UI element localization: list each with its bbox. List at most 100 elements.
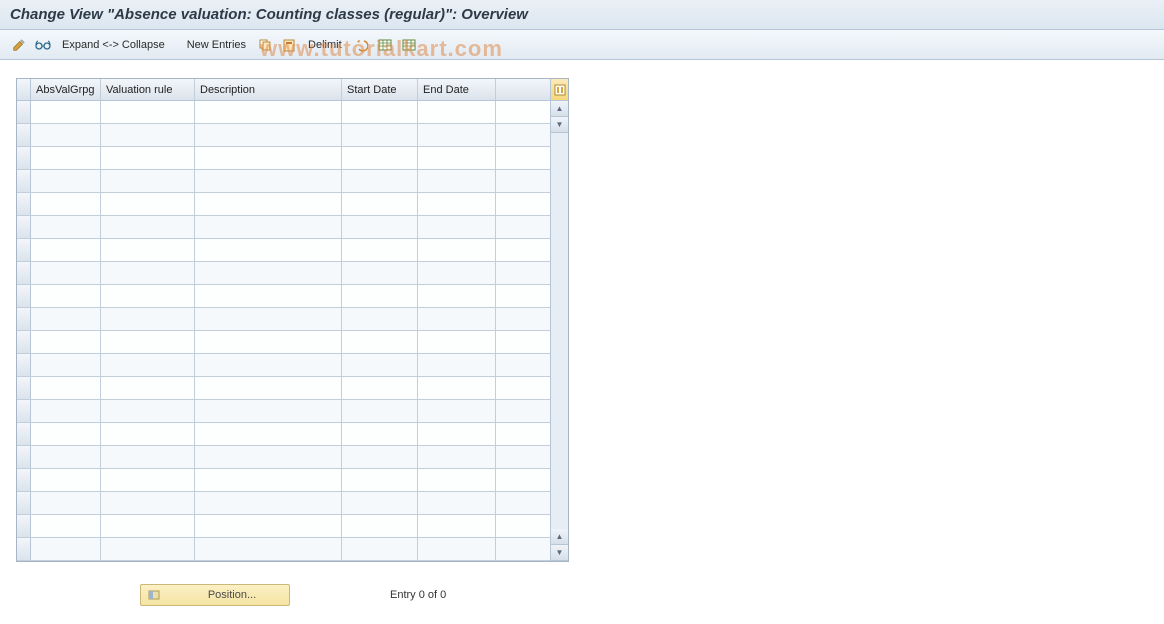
row-selector[interactable] (17, 262, 31, 284)
cell-valuation-rule[interactable] (101, 101, 195, 123)
cell-absvalgrpg[interactable] (31, 262, 101, 284)
cell-absvalgrpg[interactable] (31, 492, 101, 514)
delimit-button[interactable]: Delimit (304, 35, 346, 55)
table-row[interactable] (17, 124, 550, 147)
table-row[interactable] (17, 239, 550, 262)
cell-end-date[interactable] (418, 446, 496, 468)
scroll-down-step-button[interactable]: ▼ (551, 117, 568, 133)
cell-end-date[interactable] (418, 170, 496, 192)
cell-end-date[interactable] (418, 262, 496, 284)
cell-end-date[interactable] (418, 400, 496, 422)
row-selector[interactable] (17, 216, 31, 238)
cell-description[interactable] (195, 262, 342, 284)
cell-absvalgrpg[interactable] (31, 308, 101, 330)
cell-description[interactable] (195, 446, 342, 468)
cell-end-date[interactable] (418, 331, 496, 353)
cell-start-date[interactable] (342, 147, 418, 169)
cell-absvalgrpg[interactable] (31, 354, 101, 376)
cell-start-date[interactable] (342, 400, 418, 422)
table-row[interactable] (17, 331, 550, 354)
cell-absvalgrpg[interactable] (31, 469, 101, 491)
cell-valuation-rule[interactable] (101, 446, 195, 468)
row-selector[interactable] (17, 193, 31, 215)
row-selector[interactable] (17, 239, 31, 261)
cell-valuation-rule[interactable] (101, 331, 195, 353)
col-start-date[interactable]: Start Date (342, 79, 418, 100)
table-row[interactable] (17, 354, 550, 377)
undo-icon[interactable] (352, 35, 370, 55)
cell-absvalgrpg[interactable] (31, 515, 101, 537)
col-valuation-rule[interactable]: Valuation rule (101, 79, 195, 100)
cell-description[interactable] (195, 538, 342, 560)
cell-end-date[interactable] (418, 538, 496, 560)
row-selector[interactable] (17, 423, 31, 445)
cell-absvalgrpg[interactable] (31, 538, 101, 560)
col-end-date[interactable]: End Date (418, 79, 496, 100)
cell-end-date[interactable] (418, 515, 496, 537)
table-row[interactable] (17, 101, 550, 124)
row-selector[interactable] (17, 308, 31, 330)
row-selector-header[interactable] (17, 79, 31, 100)
cell-description[interactable] (195, 101, 342, 123)
cell-description[interactable] (195, 331, 342, 353)
cell-description[interactable] (195, 124, 342, 146)
cell-start-date[interactable] (342, 308, 418, 330)
cell-valuation-rule[interactable] (101, 377, 195, 399)
row-selector[interactable] (17, 170, 31, 192)
copy-icon[interactable] (256, 35, 274, 55)
cell-valuation-rule[interactable] (101, 170, 195, 192)
row-selector[interactable] (17, 469, 31, 491)
cell-absvalgrpg[interactable] (31, 423, 101, 445)
row-selector[interactable] (17, 147, 31, 169)
row-selector[interactable] (17, 515, 31, 537)
paste-icon[interactable] (280, 35, 298, 55)
cell-start-date[interactable] (342, 193, 418, 215)
row-selector[interactable] (17, 331, 31, 353)
cell-valuation-rule[interactable] (101, 262, 195, 284)
cell-end-date[interactable] (418, 354, 496, 376)
cell-valuation-rule[interactable] (101, 492, 195, 514)
cell-valuation-rule[interactable] (101, 354, 195, 376)
cell-end-date[interactable] (418, 124, 496, 146)
cell-absvalgrpg[interactable] (31, 124, 101, 146)
cell-absvalgrpg[interactable] (31, 331, 101, 353)
pencil-icon[interactable] (10, 35, 28, 55)
cell-absvalgrpg[interactable] (31, 147, 101, 169)
cell-description[interactable] (195, 354, 342, 376)
cell-absvalgrpg[interactable] (31, 193, 101, 215)
cell-description[interactable] (195, 239, 342, 261)
cell-end-date[interactable] (418, 285, 496, 307)
col-description[interactable]: Description (195, 79, 342, 100)
cell-end-date[interactable] (418, 101, 496, 123)
scroll-up-step-button[interactable]: ▲ (551, 529, 568, 545)
table-row[interactable] (17, 170, 550, 193)
cell-valuation-rule[interactable] (101, 469, 195, 491)
cell-start-date[interactable] (342, 354, 418, 376)
cell-start-date[interactable] (342, 124, 418, 146)
col-absvalgrpg[interactable]: AbsValGrpg (31, 79, 101, 100)
cell-start-date[interactable] (342, 515, 418, 537)
cell-absvalgrpg[interactable] (31, 377, 101, 399)
scroll-up-button[interactable]: ▲ (551, 101, 568, 117)
cell-valuation-rule[interactable] (101, 515, 195, 537)
cell-start-date[interactable] (342, 423, 418, 445)
table-row[interactable] (17, 377, 550, 400)
cell-description[interactable] (195, 285, 342, 307)
scroll-track[interactable] (551, 133, 568, 529)
cell-start-date[interactable] (342, 262, 418, 284)
scroll-down-button[interactable]: ▼ (551, 545, 568, 561)
table-row[interactable] (17, 492, 550, 515)
excel-icon[interactable] (376, 35, 394, 55)
cell-start-date[interactable] (342, 331, 418, 353)
cell-absvalgrpg[interactable] (31, 400, 101, 422)
cell-description[interactable] (195, 377, 342, 399)
cell-end-date[interactable] (418, 492, 496, 514)
cell-valuation-rule[interactable] (101, 216, 195, 238)
cell-absvalgrpg[interactable] (31, 101, 101, 123)
cell-description[interactable] (195, 308, 342, 330)
configure-columns-icon[interactable] (551, 79, 568, 101)
cell-absvalgrpg[interactable] (31, 216, 101, 238)
cell-description[interactable] (195, 492, 342, 514)
cell-description[interactable] (195, 170, 342, 192)
cell-valuation-rule[interactable] (101, 423, 195, 445)
